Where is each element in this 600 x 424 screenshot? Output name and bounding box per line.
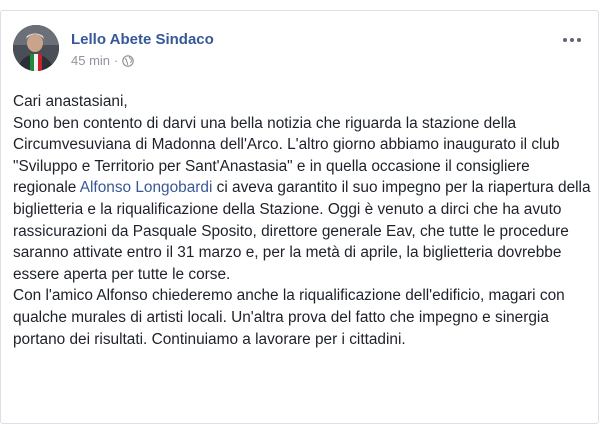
avatar[interactable] (13, 25, 59, 71)
post-body: Cari anastasiani, Sono ben contento di d… (13, 91, 593, 350)
meta-separator: · (114, 53, 119, 68)
author-name[interactable]: Lello Abete Sindaco (71, 31, 214, 48)
post-card: Lello Abete Sindaco 45 min · Cari anasta… (0, 10, 599, 424)
mention-link[interactable]: Alfonso Longobardi (80, 179, 213, 196)
more-options-icon[interactable] (561, 33, 583, 47)
post-meta: 45 min · (71, 53, 135, 68)
post-paragraph-1: Sono ben contento di darvi una bella not… (13, 113, 593, 286)
profile-photo (13, 25, 59, 71)
post-paragraph-2: Con l'amico Alfonso chiederemo anche la … (13, 287, 565, 348)
post-greeting: Cari anastasiani, (13, 93, 128, 110)
post-header: Lello Abete Sindaco 45 min · (13, 25, 583, 75)
globe-icon[interactable] (122, 54, 135, 67)
post-timestamp[interactable]: 45 min (71, 53, 110, 68)
